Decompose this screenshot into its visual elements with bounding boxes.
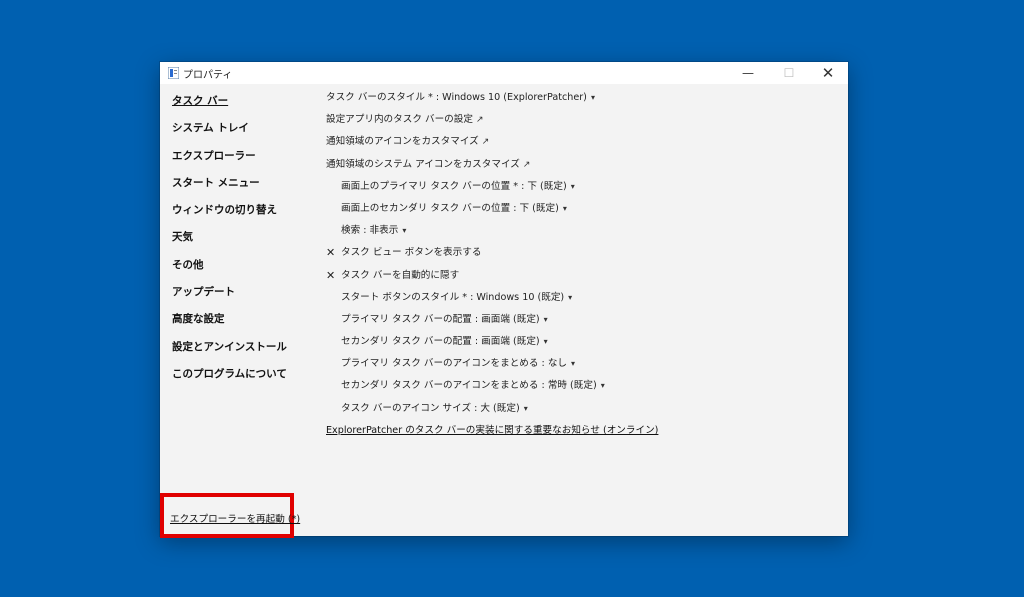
properties-window: プロパティ — ☐ ✕ タスク バー システム トレイ エクスプローラー スター… [160, 62, 848, 538]
setting-label: 画面上のプライマリ タスク バーの位置 * : 下 (既定) [341, 180, 567, 192]
setting-secondary-combine-icons[interactable]: セカンダリ タスク バーのアイコンをまとめる : 常時 (既定) ▾ [326, 378, 836, 400]
setting-primary-taskbar-position[interactable]: 画面上のプライマリ タスク バーの位置 * : 下 (既定) ▾ [326, 179, 836, 201]
setting-label: 画面上のセカンダリ タスク バーの位置 : 下 (既定) [341, 202, 559, 214]
setting-auto-hide-taskbar[interactable]: ✕ タスク バーを自動的に隠す [326, 268, 836, 290]
maximize-button[interactable]: ☐ [769, 62, 809, 84]
sidebar-item-weather[interactable]: 天気 [172, 228, 287, 255]
notice-link[interactable]: ExplorerPatcher のタスク バーの実装に関する重要なお知らせ (オ… [326, 423, 658, 439]
setting-taskbar-style[interactable]: タスク バーのスタイル * : Windows 10 (ExplorerPatc… [326, 90, 836, 112]
window-title: プロパティ [183, 70, 233, 81]
setting-primary-taskbar-alignment[interactable]: プライマリ タスク バーの配置 : 画面端 (既定) ▾ [326, 312, 836, 334]
taskbar-settings-panel: タスク バーのスタイル * : Windows 10 (ExplorerPatc… [326, 90, 836, 445]
setting-label: セカンダリ タスク バーのアイコンをまとめる : 常時 (既定) [341, 380, 597, 392]
setting-search[interactable]: 検索 : 非表示 ▾ [326, 223, 836, 245]
setting-secondary-taskbar-position[interactable]: 画面上のセカンダリ タスク バーの位置 : 下 (既定) ▾ [326, 201, 836, 223]
checked-x-icon: ✕ [326, 246, 336, 260]
dropdown-arrow-icon: ▾ [543, 337, 548, 347]
setting-label: タスク ビュー ボタンを表示する [341, 247, 482, 259]
dropdown-arrow-icon: ▾ [568, 292, 573, 302]
dropdown-arrow-icon: ▾ [571, 359, 576, 369]
setting-label: 通知領域のシステム アイコンをカスタマイズ [326, 158, 520, 170]
setting-customize-notification-icons[interactable]: 通知領域のアイコンをカスタマイズ ↗ [326, 134, 836, 156]
dropdown-arrow-icon: ▾ [570, 181, 575, 191]
external-link-icon: ↗ [522, 159, 531, 170]
sidebar-item-start-menu[interactable]: スタート メニュー [172, 174, 287, 201]
checked-x-icon: ✕ [326, 268, 336, 282]
sidebar-item-updates[interactable]: アップデート [172, 283, 287, 310]
setting-label: 通知領域のアイコンをカスタマイズ [326, 136, 479, 148]
desktop-background: プロパティ — ☐ ✕ タスク バー システム トレイ エクスプローラー スター… [0, 0, 1024, 597]
setting-label: プライマリ タスク バーのアイコンをまとめる : なし [341, 358, 568, 370]
close-button[interactable]: ✕ [808, 62, 848, 84]
setting-important-notice-link[interactable]: ExplorerPatcher のタスク バーの実装に関する重要なお知らせ (オ… [326, 423, 836, 445]
dropdown-arrow-icon: ▾ [600, 381, 605, 391]
setting-label: 検索 : 非表示 [341, 225, 399, 237]
sidebar-nav: タスク バー システム トレイ エクスプローラー スタート メニュー ウィンドウ… [172, 92, 287, 392]
sidebar-item-system-tray[interactable]: システム トレイ [172, 119, 287, 146]
dropdown-arrow-icon: ▾ [543, 314, 548, 324]
setting-label: タスク バーのアイコン サイズ : 大 (既定) [341, 402, 520, 414]
setting-label: スタート ボタンのスタイル * : Windows 10 (既定) [341, 291, 565, 303]
setting-start-button-style[interactable]: スタート ボタンのスタイル * : Windows 10 (既定) ▾ [326, 290, 836, 312]
setting-label: プライマリ タスク バーの配置 : 画面端 (既定) [341, 313, 540, 325]
sidebar-item-other[interactable]: その他 [172, 256, 287, 283]
setting-label: タスク バーを自動的に隠す [341, 269, 460, 281]
sidebar-item-explorer[interactable]: エクスプローラー [172, 147, 287, 174]
setting-label: タスク バーのスタイル * : Windows 10 (ExplorerPatc… [326, 92, 587, 103]
setting-label: セカンダリ タスク バーの配置 : 画面端 (既定) [341, 336, 540, 348]
setting-label: 設定アプリ内のタスク バーの設定 [326, 114, 473, 126]
app-icon [168, 67, 179, 79]
minimize-button[interactable]: — [728, 62, 768, 84]
dropdown-arrow-icon: ▾ [562, 203, 567, 213]
sidebar-item-taskbar[interactable]: タスク バー [172, 92, 287, 119]
restart-explorer-link[interactable]: エクスプローラーを再起動 (*) [170, 511, 300, 525]
dropdown-arrow-icon: ▾ [523, 403, 528, 413]
setting-open-taskbar-settings[interactable]: 設定アプリ内のタスク バーの設定 ↗ [326, 112, 836, 134]
setting-primary-combine-icons[interactable]: プライマリ タスク バーのアイコンをまとめる : なし ▾ [326, 356, 836, 378]
sidebar-item-uninstall[interactable]: 設定とアンインストール [172, 338, 287, 365]
setting-show-task-view-button[interactable]: ✕ タスク ビュー ボタンを表示する [326, 245, 836, 267]
sidebar-item-advanced[interactable]: 高度な設定 [172, 310, 287, 337]
external-link-icon: ↗ [481, 137, 490, 148]
setting-taskbar-icon-size[interactable]: タスク バーのアイコン サイズ : 大 (既定) ▾ [326, 401, 836, 423]
sidebar-item-about[interactable]: このプログラムについて [172, 365, 287, 392]
external-link-icon: ↗ [475, 115, 484, 126]
title-bar[interactable]: プロパティ — ☐ ✕ [160, 62, 848, 84]
setting-secondary-taskbar-alignment[interactable]: セカンダリ タスク バーの配置 : 画面端 (既定) ▾ [326, 334, 836, 356]
dropdown-arrow-icon: ▾ [590, 93, 595, 102]
sidebar-item-window-switcher[interactable]: ウィンドウの切り替え [172, 201, 287, 228]
setting-customize-system-icons[interactable]: 通知領域のシステム アイコンをカスタマイズ ↗ [326, 157, 836, 179]
dropdown-arrow-icon: ▾ [402, 226, 407, 236]
